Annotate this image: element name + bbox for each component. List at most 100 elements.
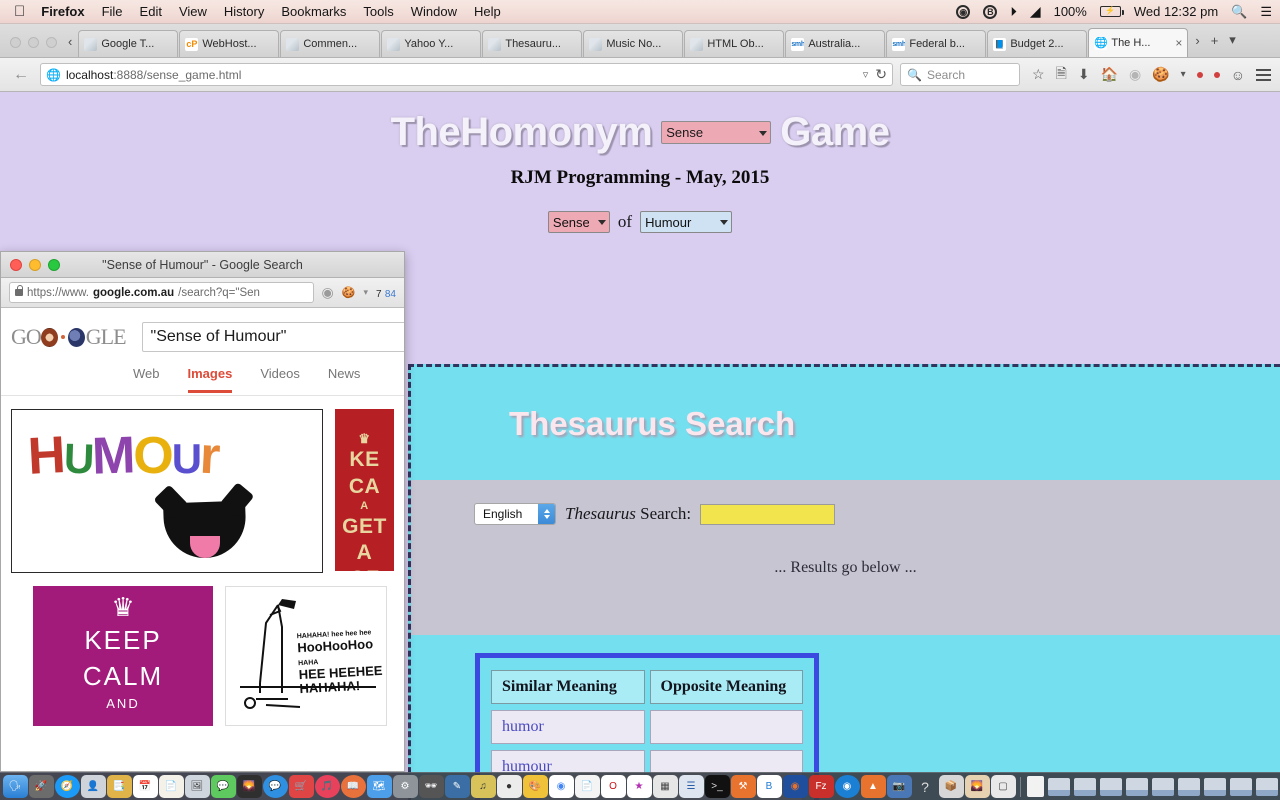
menu-item-file[interactable]: File [102,4,123,19]
chevron-down-icon[interactable]: ▾ [363,287,368,298]
tab-thesaurus[interactable]: Thesauru... [482,30,583,57]
wifi-icon[interactable]: ◢ [1030,3,1041,20]
airplay-icon[interactable]: ⏵ [1010,4,1017,20]
tab-videos[interactable]: Videos [260,366,300,381]
thesaurus-search-input[interactable] [700,503,836,525]
dock-launchpad-icon[interactable]: 🚀 [28,775,54,798]
dock-systemprefs-icon[interactable]: ⚙ [392,775,418,798]
dock-editor-icon[interactable]: ☰ [678,775,704,798]
dock-screenshot-icon[interactable]: 📷 [886,775,912,798]
scroll-tabs-right-button[interactable]: › [1195,33,1199,48]
menubar-clock[interactable]: Wed 12:32 pm [1134,4,1218,19]
window-controls[interactable] [4,37,66,57]
spotlight-search-icon[interactable]: 🔍 [1231,4,1247,20]
dock-messages-icon[interactable]: 💬 [210,775,236,798]
pocket-icon[interactable]: 🍪 [342,286,356,299]
tab-news[interactable]: News [328,366,361,381]
dock-bitcoin-icon[interactable]: B [756,775,782,798]
language-select[interactable]: English [474,503,556,525]
dock-opera-icon[interactable]: O [600,775,626,798]
dock-contacts-icon[interactable]: 👤 [80,775,106,798]
dock-filezilla-icon[interactable]: Fz [808,775,834,798]
humour-select-wrap[interactable]: Humour [640,211,733,233]
bookmark-star-icon[interactable]: ☆ [1032,66,1045,83]
dock-firefox-icon[interactable]: ◉ [782,775,808,798]
autocomplete-dropdown-icon[interactable]: ▿ [863,68,869,81]
bitcoin-icon[interactable]: B [983,4,998,19]
title-sense-select[interactable]: Sense [661,121,772,144]
back-button[interactable]: ← [9,63,33,87]
google-address-bar[interactable]: https://www. google.com.au/search?q="Sen [9,282,314,303]
dock-notes-icon[interactable]: 📑 [106,775,132,798]
tab-counter[interactable]: 7 84 [376,286,396,300]
scroll-tabs-left-button[interactable]: ‹ [66,35,78,57]
tab-australia[interactable]: smh Australia... [785,30,886,57]
new-tab-button[interactable]: + [1211,33,1219,48]
dock-itunes-icon[interactable]: 🎵 [314,775,340,798]
tab-budget-2[interactable]: 📘 Budget 2... [987,30,1088,57]
image-result-hahaha-cartoon[interactable]: HAHAHA! hee hee hee HooHooHoo HAHA HEE HEEH… [225,586,387,726]
dock-safari-icon[interactable]: 🧭 [54,775,80,798]
tab-images[interactable]: Images [187,366,233,393]
dock-opera-neon-icon[interactable]: ◉ [834,775,860,798]
dock-folder-3[interactable] [1100,777,1122,796]
dock-terminal-icon[interactable]: >_ [704,775,730,798]
menu-item-tools[interactable]: Tools [363,4,393,19]
dock-calendar-icon[interactable]: 📅 [132,775,158,798]
dock-preview-icon[interactable]: 🖼 [184,775,210,798]
reader-icon[interactable]: 🗎 [1056,63,1067,87]
menu-item-view[interactable]: View [179,4,207,19]
reload-button[interactable]: ↻ [875,66,887,83]
menu-item-firefox[interactable]: Firefox [41,4,84,19]
dock-folder-9[interactable] [1256,777,1278,796]
dock-doc-1[interactable] [1027,776,1044,797]
image-result-keep-calm-purple[interactable]: ♛ KEEP CALM AND [33,586,213,726]
google-search-input[interactable]: "Sense of Humour" [141,322,404,352]
dock-bbedit-icon[interactable]: ✎ [444,775,470,798]
dock-utility-icon[interactable]: 🕶 [418,775,444,798]
home-icon[interactable]: 🏠 [1101,66,1118,83]
dock-grid-icon[interactable]: ▦ [652,775,678,798]
chevron-down-icon[interactable]: ▾ [1181,69,1186,80]
hamburger-menu-icon[interactable] [1256,66,1271,84]
dock-image-icon[interactable]: 🌄 [964,775,990,798]
dock-ibooks-icon[interactable]: 📖 [340,775,366,798]
battery-icon[interactable]: ⚡ [1099,6,1124,17]
dock-folder-7[interactable] [1204,777,1226,796]
dock-ipod-icon[interactable]: ▢ [990,775,1016,798]
dock-appstore-icon[interactable]: 🛒 [288,775,314,798]
dock-maps-icon[interactable]: 🗺 [366,775,392,798]
menu-item-bookmarks[interactable]: Bookmarks [281,4,346,19]
google-doodle-logo[interactable]: G O GLE [11,324,127,350]
tab-federal-b[interactable]: smh Federal b... [886,30,987,57]
zoom-window-button[interactable] [46,37,57,48]
dock-vlc-alt-icon[interactable]: ● [496,775,522,798]
sense-select-wrap[interactable]: Sense [547,211,610,233]
menu-item-edit[interactable]: Edit [140,4,162,19]
dock-paint-icon[interactable]: 🎨 [522,775,548,798]
macos-dock[interactable]: 🗣 🚀 🧭 👤 📑 📅 📄 🖼 💬 🌄 💬 🛒 🎵 📖 🗺 ⚙ 🕶 ✎ ♫ ● … [0,772,1280,800]
tab-webhost[interactable]: cP WebHost... [179,30,280,57]
image-result-keep-calm-red[interactable]: ♛ KE CA A GET A OF HU [335,409,394,571]
at-circle-icon[interactable]: ◉ [956,4,971,19]
dock-folder-8[interactable] [1230,777,1252,796]
close-window-button[interactable] [10,37,21,48]
pocket-icon[interactable]: 🍪 [1152,66,1169,83]
language-select-wrap[interactable]: English [474,503,556,525]
tab-web[interactable]: Web [133,366,160,381]
humour-select[interactable]: Humour [640,211,733,233]
dock-amadeus-icon[interactable]: ♫ [470,775,496,798]
cell-similar[interactable]: humor [491,710,645,744]
search-bar[interactable]: 🔍 Search [900,63,1021,86]
tab-html-ob[interactable]: HTML Ob... [684,30,785,57]
tab-yahoo[interactable]: Yahoo Y... [381,30,482,57]
smiley-icon[interactable]: ☺ [1231,67,1245,83]
image-result-humour[interactable]: HUMOUr [11,409,323,573]
dock-chrome-icon[interactable]: ◉ [548,775,574,798]
dock-document-icon[interactable]: 📄 [574,775,600,798]
dock-vlc-icon[interactable]: ▲ [860,775,886,798]
tab-the-homonym-game[interactable]: The H... × [1088,28,1189,57]
dock-folder-6[interactable] [1178,777,1200,796]
dock-package-icon[interactable]: 📦 [938,775,964,798]
title-homonym-link[interactable]: Homonym [460,110,653,155]
